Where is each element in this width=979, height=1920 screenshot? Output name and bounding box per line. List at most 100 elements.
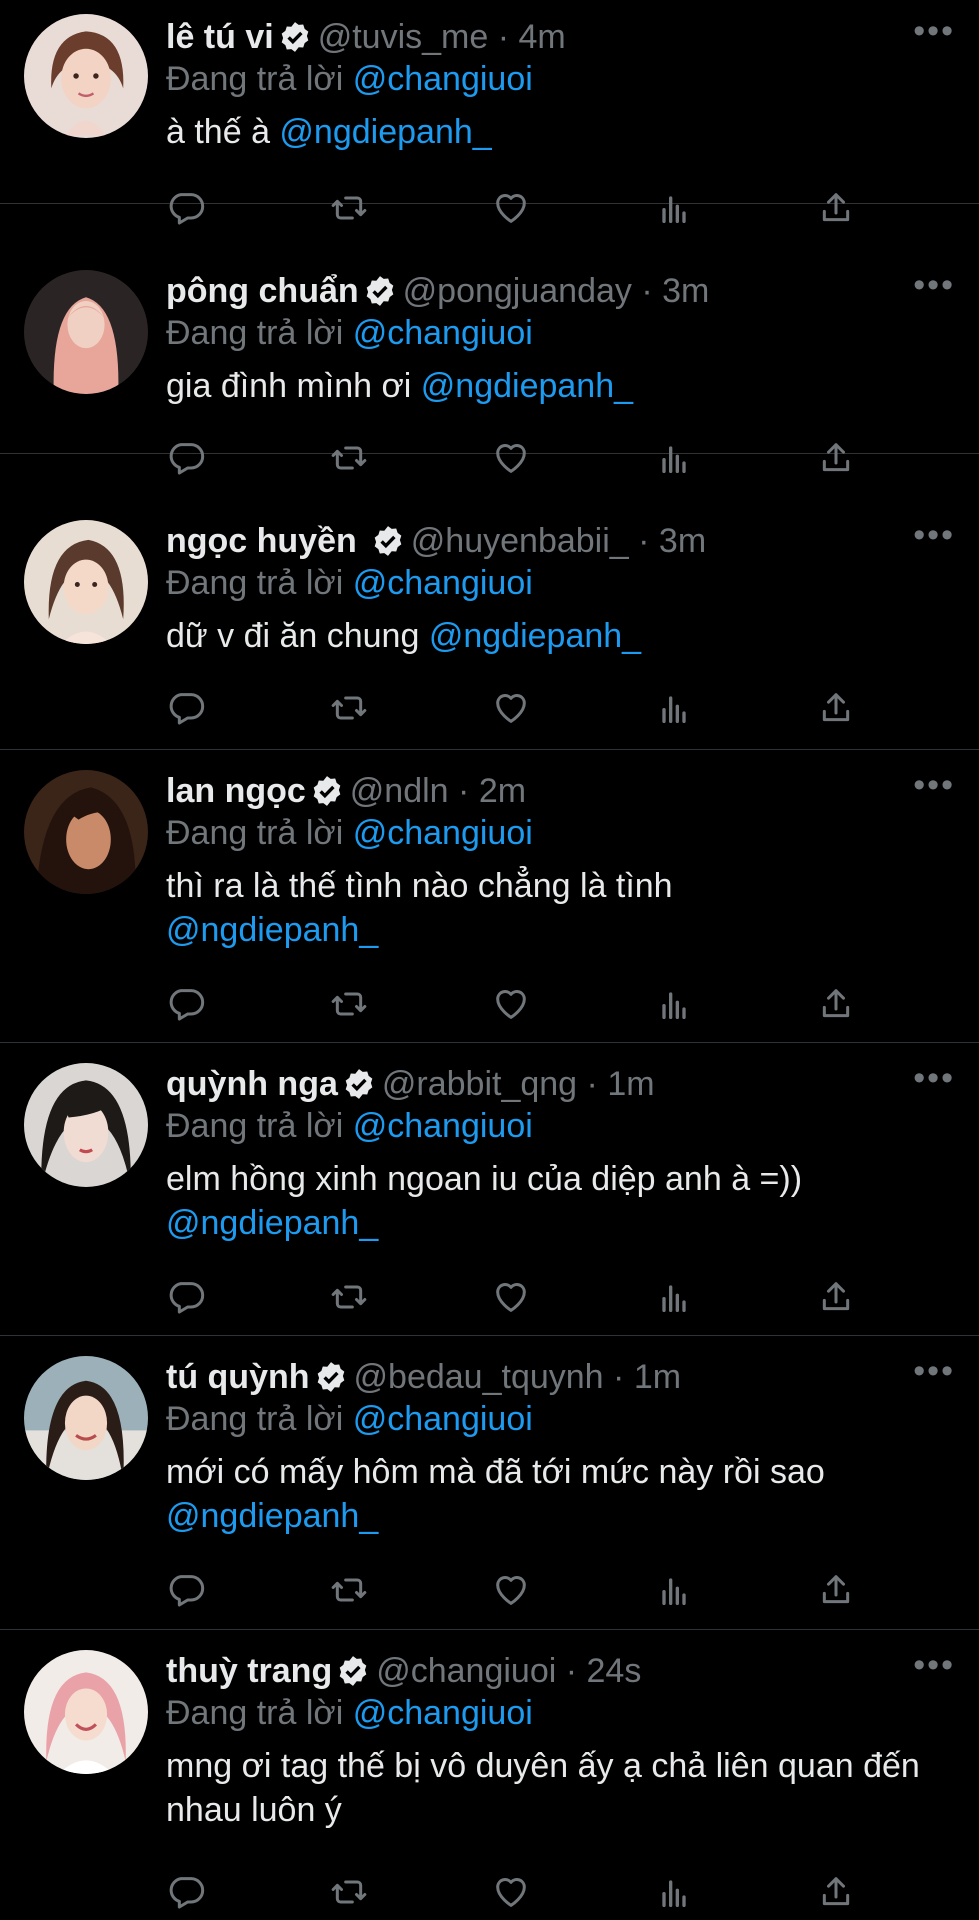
reply-icon[interactable] [166, 1872, 206, 1912]
more-icon[interactable]: ••• [913, 14, 955, 48]
avatar[interactable] [24, 520, 148, 644]
reply-mention[interactable]: @changiuoi [353, 564, 533, 602]
tweet-mention[interactable]: @ngdiepanh_ [166, 1204, 378, 1242]
share-icon[interactable] [816, 1872, 856, 1912]
views-icon[interactable] [654, 1277, 694, 1317]
like-icon[interactable] [491, 1277, 531, 1317]
display-name[interactable]: thuỳ trang [166, 1650, 332, 1692]
like-icon[interactable] [491, 1872, 531, 1912]
avatar[interactable] [24, 1063, 148, 1187]
tweet-mention[interactable]: @ngdiepanh_ [429, 617, 641, 655]
more-icon[interactable]: ••• [913, 1354, 955, 1388]
more-icon[interactable]: ••• [913, 768, 955, 802]
handle[interactable]: @tuvis_me [318, 16, 489, 58]
tweet-body: dữ v đi ăn chung [166, 617, 429, 655]
like-icon[interactable] [491, 984, 531, 1024]
handle[interactable]: @rabbit_qng [382, 1063, 577, 1105]
display-name[interactable]: lê tú vi [166, 16, 274, 58]
views-icon[interactable] [654, 1570, 694, 1610]
display-name[interactable]: quỳnh nga [166, 1063, 338, 1105]
display-name[interactable]: lan ngọc [166, 770, 306, 812]
share-icon[interactable] [816, 688, 856, 728]
more-icon[interactable]: ••• [913, 1648, 955, 1682]
retweet-icon[interactable] [329, 1277, 369, 1317]
tweet[interactable]: lê tú vi @tuvis_me · 4m ••• Đang trả lời… [0, 0, 979, 225]
more-icon[interactable]: ••• [913, 1061, 955, 1095]
tweet[interactable]: quỳnh nga @rabbit_qng · 1m ••• Đang trả … [0, 1043, 979, 1336]
replying-to: Đang trả lời @changiuoi [166, 812, 955, 854]
views-icon[interactable] [654, 1872, 694, 1912]
reply-mention[interactable]: @changiuoi [353, 1400, 533, 1438]
handle[interactable]: @pongjuanday [403, 270, 632, 312]
action-bar [166, 982, 856, 1026]
retweet-icon[interactable] [329, 1570, 369, 1610]
display-name[interactable]: ngọc huyền [166, 520, 357, 562]
separator: · [603, 1358, 634, 1396]
display-name[interactable]: tú quỳnh [166, 1356, 310, 1398]
timestamp[interactable]: 3m [659, 520, 706, 562]
separator: · [577, 1065, 608, 1103]
reply-prefix: Đang trả lời [166, 1694, 344, 1732]
tweet-mention[interactable]: @ngdiepanh_ [279, 113, 491, 151]
timestamp[interactable]: 4m [519, 16, 566, 58]
tweet-mention[interactable]: @ngdiepanh_ [421, 367, 633, 405]
avatar[interactable] [24, 14, 148, 138]
like-icon[interactable] [491, 688, 531, 728]
reply-prefix: Đang trả lời [166, 1107, 344, 1145]
reply-icon[interactable] [166, 1277, 206, 1317]
tweet-text: à thế à @ngdiepanh_ [166, 110, 955, 154]
separator: · [556, 1652, 587, 1690]
tweet-text: gia đình mình ơi @ngdiepanh_ [166, 364, 955, 408]
reply-icon[interactable] [166, 1570, 206, 1610]
like-icon[interactable] [491, 1570, 531, 1610]
timestamp[interactable]: 24s [587, 1650, 642, 1692]
tweet[interactable]: ngọc huyền @huyenbabii_ · 3m ••• Đang tr… [0, 454, 979, 750]
views-icon[interactable] [654, 984, 694, 1024]
reply-prefix: Đang trả lời [166, 1400, 344, 1438]
tweet[interactable]: tú quỳnh @bedau_tquynh · 1m ••• Đang trả… [0, 1336, 979, 1630]
share-icon[interactable] [816, 1277, 856, 1317]
retweet-icon[interactable] [329, 1872, 369, 1912]
reply-mention[interactable]: @changiuoi [353, 60, 533, 98]
timestamp[interactable]: 3m [662, 270, 709, 312]
tweet-mention[interactable]: @ngdiepanh_ [166, 1497, 378, 1535]
verified-badge-icon [336, 1654, 370, 1688]
retweet-icon[interactable] [329, 984, 369, 1024]
views-icon[interactable] [654, 688, 694, 728]
tweet[interactable]: pông chuẩn @pongjuanday · 3m ••• Đang tr… [0, 204, 979, 475]
handle[interactable]: @ndln [350, 770, 449, 812]
reply-prefix: Đang trả lời [166, 564, 344, 602]
timestamp[interactable]: 2m [479, 770, 526, 812]
handle[interactable]: @bedau_tquynh [354, 1356, 604, 1398]
timestamp[interactable]: 1m [607, 1063, 654, 1105]
tweet-body: mới có mấy hôm mà đã tới mức này rồi sao [166, 1453, 825, 1491]
tweet[interactable]: lan ngọc @ndln · 2m ••• Đang trả lời @ch… [0, 750, 979, 1043]
reply-icon[interactable] [166, 984, 206, 1024]
reply-mention[interactable]: @changiuoi [353, 314, 533, 352]
more-icon[interactable]: ••• [913, 268, 955, 302]
tweet-mention[interactable]: @ngdiepanh_ [166, 911, 378, 949]
separator: · [488, 18, 519, 56]
tweet-text: elm hồng xinh ngoan iu của diệp anh à =)… [166, 1157, 955, 1245]
tweet-text: mới có mấy hôm mà đã tới mức này rồi sao… [166, 1450, 955, 1538]
more-icon[interactable]: ••• [913, 518, 955, 552]
avatar[interactable] [24, 270, 148, 394]
share-icon[interactable] [816, 1570, 856, 1610]
avatar[interactable] [24, 1650, 148, 1774]
handle[interactable]: @huyenbabii_ [411, 520, 629, 562]
reply-mention[interactable]: @changiuoi [353, 1107, 533, 1145]
reply-mention[interactable]: @changiuoi [353, 814, 533, 852]
replying-to: Đang trả lời @changiuoi [166, 562, 955, 604]
avatar[interactable] [24, 770, 148, 894]
timestamp[interactable]: 1m [634, 1356, 681, 1398]
reply-icon[interactable] [166, 688, 206, 728]
reply-mention[interactable]: @changiuoi [353, 1694, 533, 1732]
handle[interactable]: @changiuoi [376, 1650, 556, 1692]
display-name[interactable]: pông chuẩn [166, 270, 359, 312]
retweet-icon[interactable] [329, 688, 369, 728]
verified-badge-icon [342, 1067, 376, 1101]
share-icon[interactable] [816, 984, 856, 1024]
avatar[interactable] [24, 1356, 148, 1480]
tweet[interactable]: thuỳ trang @changiuoi · 24s ••• Đang trả… [0, 1630, 979, 1920]
replying-to: Đang trả lời @changiuoi [166, 1105, 955, 1147]
